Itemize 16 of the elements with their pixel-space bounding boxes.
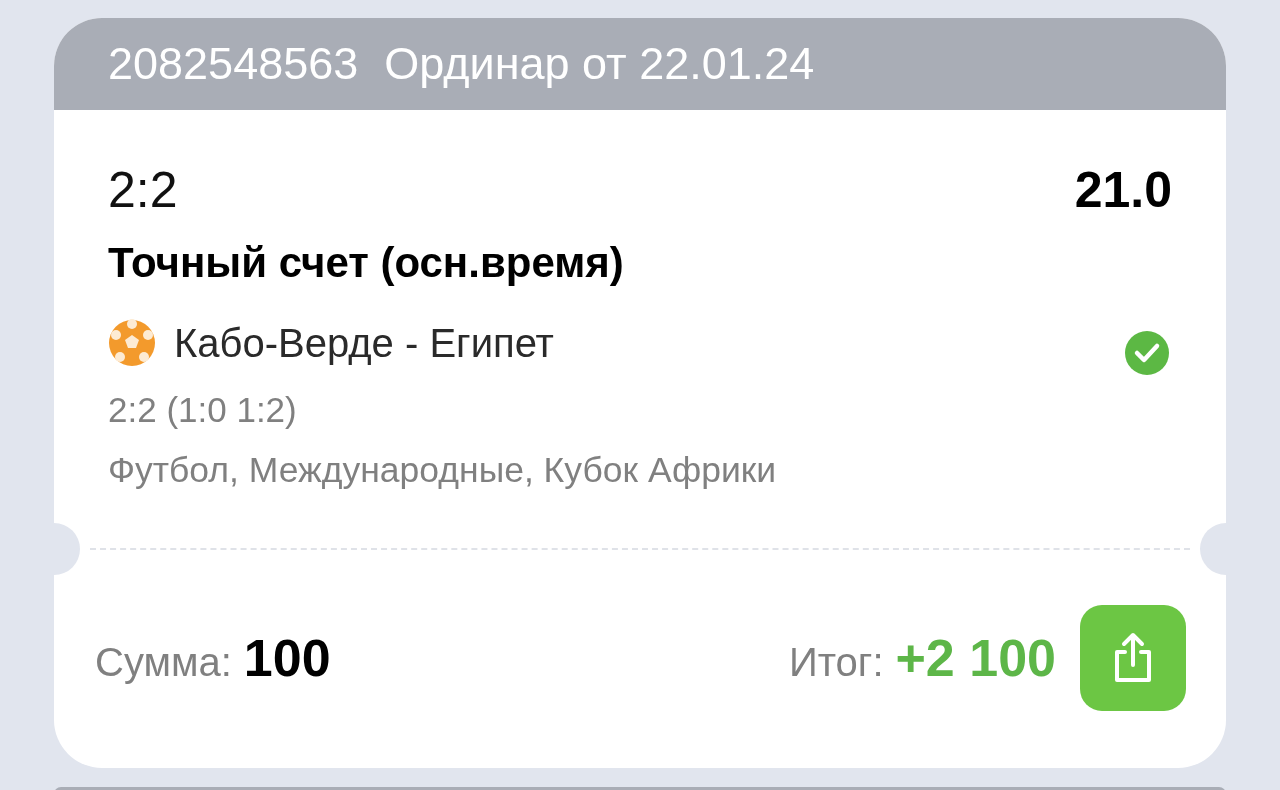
ticket-notch [1200, 523, 1226, 575]
odds-value: 21.0 [1074, 162, 1172, 218]
tournament-path: Футбол, Международные, Кубок Африки [108, 449, 778, 492]
bet-title: Ординар от 22.01.24 [384, 37, 815, 92]
ball-icon [108, 319, 156, 367]
outcome-text: 2:2 [108, 162, 178, 218]
event-name: Кабо-Верде - Египет [174, 320, 554, 367]
stake-amount: 100 [243, 628, 331, 689]
market-name: Точный счет (осн.время) [108, 238, 625, 288]
match-score: 2:2 (1:0 1:2) [108, 389, 298, 431]
bet-number: 2082548563 [108, 37, 359, 92]
share-button[interactable] [1080, 605, 1186, 711]
total-amount: +2 100 [895, 628, 1056, 689]
total-label: Итог: [788, 639, 884, 686]
ticket-notch [54, 523, 80, 575]
stake-label: Сумма: [95, 639, 232, 686]
